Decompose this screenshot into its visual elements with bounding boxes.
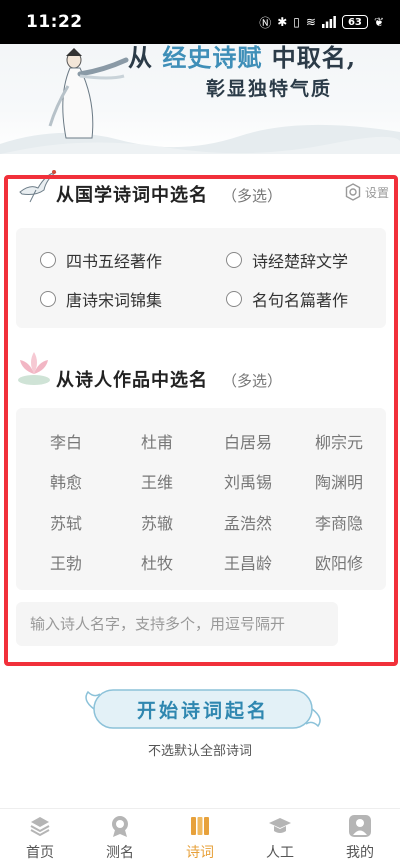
poet-item[interactable]: 王昌龄 [208,550,288,574]
poet-item[interactable]: 孟浩然 [208,510,288,534]
section-poets-multi-hint: （多选） [222,372,283,390]
option-label: 唐诗宋词锦集 [66,291,163,310]
poet-item[interactable]: 王维 [117,469,197,493]
start-button-label[interactable]: 开始诗词起名 [80,686,326,732]
poet-item[interactable]: 欧阳修 [299,550,379,574]
graduation-cap-icon [269,817,291,833]
start-hint: 不选默认全部诗词 [147,744,252,759]
section-guoxue-multi-hint: （多选） [222,187,283,205]
banner-title-line1: 从 经史诗赋 中取名, [128,44,356,73]
radio-icon [226,252,242,268]
option-label: 名句名篇著作 [252,291,349,310]
section-poets-header: 从诗人作品中选名 （多选） [56,366,282,392]
status-icons: Ⓝ ✱ ▯ ≋ 63 ❦ [259,14,384,31]
nav-test-name-label: 测名 [106,844,134,861]
nav-home[interactable]: 首页 [0,809,80,866]
section-poets-title: 从诗人作品中选名 [56,370,208,391]
poet-item[interactable]: 杜牧 [117,550,197,574]
option-mingju-mingpian[interactable]: 名句名篇著作 [226,287,348,311]
poet-item[interactable]: 陶渊明 [299,469,379,493]
poet-item[interactable]: 白居易 [208,429,288,453]
vibrate-icon: ▯ [293,15,300,29]
crane-icon [19,170,57,203]
user-icon [349,814,371,837]
lotus-icon [18,352,50,385]
classics-options-panel [16,228,386,328]
nav-manual-label: 人工 [266,844,294,861]
settings-label: 设置 [365,185,390,200]
wifi-icon: ≋ [305,15,316,29]
poet-item[interactable]: 刘禹锡 [208,469,288,493]
books-icon [191,816,209,835]
status-bar: 11:22 Ⓝ ✱ ▯ ≋ 63 ❦ [0,0,400,44]
poet-item[interactable]: 王勃 [26,550,106,574]
bottom-nav: 首页 测名 诗词 人工 我的 [0,808,400,866]
poet-item[interactable]: 苏辙 [117,510,197,534]
nav-home-label: 首页 [26,844,54,861]
nav-poetry-label: 诗词 [186,844,214,861]
scholar-illustration [48,48,129,139]
status-time: 11:22 [26,12,83,32]
gear-icon [345,183,361,201]
radio-icon [40,291,56,307]
settings-button[interactable]: 设置 [344,183,389,201]
radio-icon [226,291,242,307]
banner-highlight: 经史诗赋 [162,44,263,72]
nav-profile[interactable]: 我的 [320,809,400,866]
option-sishu-wujing[interactable]: 四书五经著作 [40,248,162,272]
option-label: 四书五经著作 [66,252,163,271]
option-shijing-chuci[interactable]: 诗经楚辞文学 [226,248,348,272]
banner: 从 经史诗赋 中取名, 彰显独特气质 [0,44,400,154]
section-guoxue-header: 从国学诗词中选名 （多选） [56,181,282,207]
option-tangshi-songci[interactable]: 唐诗宋词锦集 [40,287,162,311]
nfc-icon: Ⓝ [259,15,272,30]
poet-item[interactable]: 柳宗元 [299,429,379,453]
poet-item[interactable]: 苏轼 [26,510,106,534]
poet-item[interactable]: 韩愈 [26,469,106,493]
nav-test-name[interactable]: 测名 [80,809,160,866]
nav-profile-label: 我的 [346,844,374,861]
section-guoxue-title: 从国学诗词中选名 [56,185,208,206]
poet-item[interactable]: 杜甫 [117,429,197,453]
option-label: 诗经楚辞文学 [252,252,349,271]
battery-indicator: 63 [341,15,368,29]
poet-name-input[interactable] [16,602,338,646]
banner-title-line2: 彰显独特气质 [206,78,333,100]
nav-poetry[interactable]: 诗词 [160,809,240,866]
banner-prefix: 从 [128,44,153,72]
bluetooth-icon: ✱ [277,15,288,29]
badge-icon [112,815,128,837]
home-icon [30,816,50,836]
poet-item[interactable]: 李商隐 [299,510,379,534]
nav-manual[interactable]: 人工 [240,809,320,866]
signal-icon [321,16,336,28]
radio-icon [40,252,56,268]
poet-item[interactable]: 李白 [26,429,106,453]
leaf-icon: ❦ [373,15,384,29]
banner-suffix: 中取名, [271,44,357,72]
